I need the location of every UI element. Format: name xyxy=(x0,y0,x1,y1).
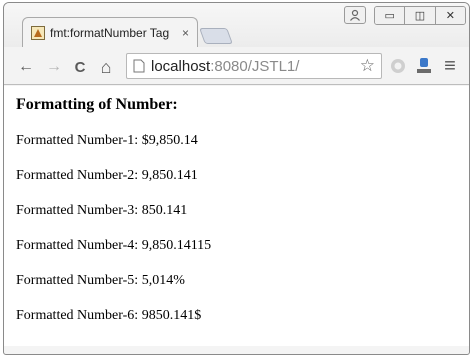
restore-button[interactable]: ◫ xyxy=(405,7,436,24)
extension-circle-icon[interactable] xyxy=(388,56,408,76)
profile-button[interactable] xyxy=(344,6,366,24)
minimize-button[interactable]: ▭ xyxy=(375,7,406,24)
browser-toolbar: ← → C ⌂ localhost:8080/JSTL1/ ☆ ≡ xyxy=(4,47,469,85)
address-bar[interactable]: localhost:8080/JSTL1/ ☆ xyxy=(126,53,382,79)
forward-button[interactable]: → xyxy=(44,57,64,77)
reload-button[interactable]: C xyxy=(70,57,90,77)
page-heading: Formatting of Number: xyxy=(16,96,178,113)
window-controls: ▭ ◫ ✕ xyxy=(374,6,466,25)
browser-window: fmt:formatNumber Tag × ▭ ◫ ✕ ← → C ⌂ loc… xyxy=(3,2,470,355)
menu-icon[interactable]: ≡ xyxy=(440,55,460,77)
browser-tab[interactable]: fmt:formatNumber Tag × xyxy=(22,17,198,47)
page-favicon-icon xyxy=(31,25,45,40)
url-text: localhost:8080/JSTL1/ xyxy=(151,57,300,75)
home-button[interactable]: ⌂ xyxy=(96,57,116,77)
formatted-number-line: Formatted Number-6: 9850.141$ xyxy=(16,308,202,323)
page-content: Formatting of Number: Formatted Number-1… xyxy=(4,86,469,346)
extension-download-icon[interactable] xyxy=(414,56,434,76)
formatted-number-line: Formatted Number-1: $9,850.14 xyxy=(16,133,198,148)
back-button[interactable]: ← xyxy=(16,57,36,77)
formatted-number-line: Formatted Number-4: 9,850.14115 xyxy=(16,238,212,253)
formatted-number-line: Formatted Number-3: 850.141 xyxy=(16,203,188,218)
tab-title: fmt:formatNumber Tag xyxy=(50,25,170,40)
bookmark-star-icon[interactable]: ☆ xyxy=(360,56,375,76)
page-icon xyxy=(133,59,145,73)
new-tab-button[interactable] xyxy=(199,28,233,44)
close-window-button[interactable]: ✕ xyxy=(435,7,465,24)
tab-close-icon[interactable]: × xyxy=(182,26,189,40)
formatted-number-line: Formatted Number-5: 5,014% xyxy=(16,273,185,288)
formatted-number-line: Formatted Number-2: 9,850.141 xyxy=(16,168,198,183)
person-icon xyxy=(350,9,360,21)
title-bar: fmt:formatNumber Tag × ▭ ◫ ✕ xyxy=(4,3,469,47)
